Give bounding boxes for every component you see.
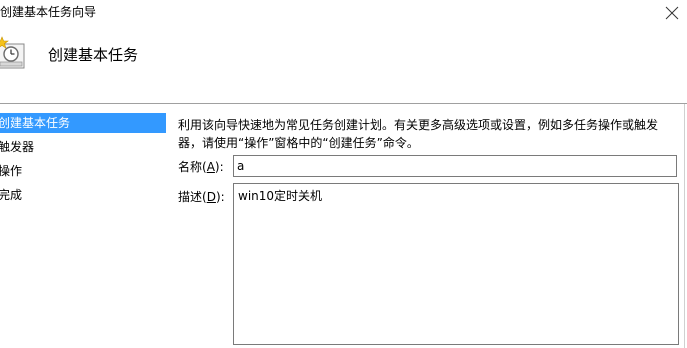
wizard-steps-nav: 创建基本任务 触发器 操作 完成 [0, 113, 166, 209]
page-header-title: 创建基本任务 [48, 46, 139, 64]
nav-step-action[interactable]: 操作 [0, 161, 166, 185]
wizard-window: 创建基本任务向导 创建基本任务 创建基本任务 触发器 操作 完成 利用该向导快速… [0, 0, 687, 348]
description-field-label: 描述(D): [178, 190, 225, 204]
description-textarea[interactable]: win10定时关机 [233, 183, 679, 345]
right-border [684, 104, 685, 348]
close-button[interactable] [657, 0, 687, 28]
header-divider [0, 103, 687, 104]
name-input[interactable]: a [233, 155, 677, 177]
task-scheduler-clock-icon [0, 36, 28, 70]
nav-step-trigger[interactable]: 触发器 [0, 137, 166, 161]
name-field-label: 名称(A): [178, 160, 224, 174]
close-icon [665, 6, 679, 20]
nav-step-finish[interactable]: 完成 [0, 185, 166, 209]
wizard-description: 利用该向导快速地为常见任务创建计划。有关更多高级选项或设置，例如多任务操作或触发… [178, 118, 659, 150]
window-title: 创建基本任务向导 [0, 5, 97, 19]
nav-step-create-basic-task[interactable]: 创建基本任务 [0, 113, 166, 133]
